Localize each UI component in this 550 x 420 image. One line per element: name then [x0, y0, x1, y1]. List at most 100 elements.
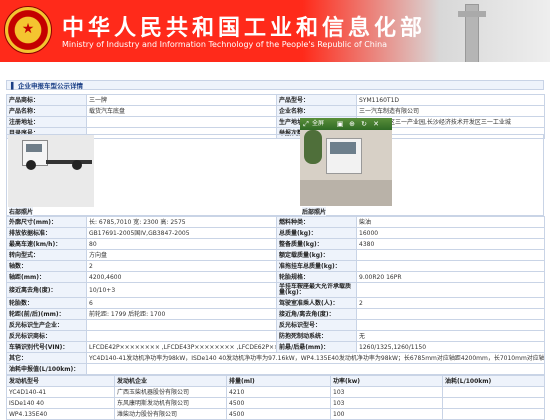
- field-value: 4200,4600: [86, 271, 277, 283]
- field-value: [356, 308, 545, 320]
- info-row: 产品名称： 载货汽车底盘 企业名称： 三一汽车制造有限公司: [6, 105, 545, 117]
- field-value: 前轮距: 1799 后轮距: 1700: [86, 308, 277, 320]
- zoom-icon[interactable]: ⊕: [348, 120, 356, 128]
- engine-header-cell: 功率(kw): [330, 375, 443, 387]
- rear-wheel-icon: [72, 160, 82, 170]
- spec-row: 轴距(mm)： 4200,4600 轮胎规格： 9.00R20 16PR: [6, 271, 545, 283]
- engine-header-cell: 发动机型号: [6, 375, 115, 387]
- field-label: 产品名称：: [6, 105, 87, 117]
- field-value: 载货汽车底盘: [86, 105, 277, 117]
- ground-icon: [300, 180, 392, 206]
- field-value: [86, 330, 277, 342]
- engine-cell: YC4D140-41: [6, 386, 115, 398]
- field-label: 转向型式：: [6, 249, 87, 261]
- field-value: 6: [86, 297, 277, 309]
- info-row: 产品商标： 三一牌 产品型号： SYM1160T1D: [6, 94, 545, 106]
- right-photo-label: 右部照片: [9, 207, 34, 216]
- spec-row: 接近离去角(度)： 10/10+3 半挂车鞍座最大允许承载质量(kg)：: [6, 282, 545, 298]
- engine-cell: 东风康明斯发动机有限公司: [114, 397, 227, 409]
- field-value: [86, 319, 277, 331]
- field-label: 轮胎规格：: [276, 271, 357, 283]
- field-label: 半挂车鞍座最大允许承载质量(kg)：: [276, 282, 357, 298]
- rotate-icon[interactable]: ↻: [360, 120, 368, 128]
- site-title-cn: 中华人民共和国工业和信息化部: [62, 15, 427, 41]
- field-value: 2: [356, 297, 545, 309]
- field-label: 产品型号：: [276, 94, 357, 106]
- engine-cell: [442, 386, 545, 398]
- engine-cell: 广西玉柴机器股份有限公司: [114, 386, 227, 398]
- header-gap: [0, 62, 550, 74]
- field-value: 1260/1325,1260/1150: [356, 341, 545, 353]
- spec-row: 反光标识生产企业： 反光标识型号：: [6, 319, 545, 331]
- spec-row: 油耗申报值(L/100km)：: [6, 363, 545, 375]
- spec-row: 车辆识别代号(VIN)： LFCDE42P×××××××× ,LFCDE43P××…: [6, 341, 545, 353]
- fit-icon[interactable]: ▣: [336, 120, 344, 128]
- photo-toolbar: ⤢ 全屏 ▣ ⊕ ↻ ✕: [300, 118, 392, 130]
- field-value: 9.00R20 16PR: [356, 271, 545, 283]
- field-value: 方向盘: [86, 249, 277, 261]
- engine-cell: 4210: [226, 386, 331, 398]
- field-label: 轴距(mm)：: [6, 271, 87, 283]
- field-label: 准拖挂车总质量(kg)：: [276, 260, 357, 272]
- field-label: 企业名称：: [276, 105, 357, 117]
- field-label: 接近离去角(度)：: [6, 282, 87, 298]
- field-label: 最高车速(km/h)：: [6, 238, 87, 250]
- engine-table: 发动机型号 发动机企业 排量(ml) 功率(kw) 油耗(L/100km) YC4D14…: [6, 375, 545, 420]
- field-label: 总质量(kg)：: [276, 227, 357, 239]
- field-value: [356, 282, 545, 298]
- engine-header-cell: 排量(ml): [226, 375, 331, 387]
- huabiao-monument-icon: [458, 4, 486, 62]
- right-side-photo[interactable]: [8, 135, 94, 207]
- field-label: 反光标识型号：: [276, 319, 357, 331]
- field-value: SYM1160T1D: [356, 94, 545, 106]
- field-label: 车辆识别代号(VIN)：: [6, 341, 87, 353]
- windshield-icon: [330, 142, 356, 154]
- engine-cell: 4500: [226, 397, 331, 409]
- engine-row: WP4.135E40 潍柴动力股份有限公司 4500 100: [6, 408, 545, 420]
- fullscreen-icon[interactable]: ⤢: [302, 120, 310, 128]
- field-value: 柴油: [356, 216, 545, 228]
- engine-cell: WP4.135E40: [6, 408, 115, 420]
- field-label: 驾驶室准乘人数(人)：: [276, 297, 357, 309]
- field-label: 反光标识生产企业：: [6, 319, 87, 331]
- field-value: [356, 260, 545, 272]
- engine-row: YC4D140-41 广西玉柴机器股份有限公司 4210 103: [6, 386, 545, 398]
- field-label: 轮胎数：: [6, 297, 87, 309]
- spec-row: 反光标识商标： 防抱死制动系统：无: [6, 330, 545, 342]
- tree-icon: [304, 130, 322, 164]
- field-label: 油耗申报值(L/100km)：: [6, 363, 87, 375]
- engine-cell: [442, 408, 545, 420]
- spec-row: 轮胎数： 6 驾驶室准乘人数(人)： 2: [6, 297, 545, 309]
- field-label: 排放依据标准：: [6, 227, 87, 239]
- spec-row: 最高车速(km/h)： 80 整备质量(kg)： 4380: [6, 238, 545, 250]
- spec-row: 排放依据标准： GB17691-2005国IV,GB3847-2005 总质量(kg…: [6, 227, 545, 239]
- engine-header-cell: 油耗(L/100km): [442, 375, 545, 387]
- field-label: 注册地址：: [6, 116, 87, 128]
- rear-photo-label: 后部照片: [302, 207, 327, 216]
- fullscreen-label[interactable]: 全屏: [312, 118, 324, 130]
- info-row: 注册地址： 生产地址： 长沙市望城区三一产业园,长沙经济技术开发区三一工业城: [6, 116, 545, 128]
- engine-cell: 103: [330, 397, 443, 409]
- field-label: 额定载质量(kg)：: [276, 249, 357, 261]
- engine-cell: 103: [330, 386, 443, 398]
- site-header: ★ 中华人民共和国工业和信息化部 Ministry of Industry an…: [0, 0, 550, 62]
- section-title: ▌ 企业申报车型公示详情: [6, 80, 544, 90]
- engine-cell: 4500: [226, 408, 331, 420]
- field-label: 产品商标：: [6, 94, 87, 106]
- field-value: 4380: [356, 238, 545, 250]
- field-value: GB17691-2005国IV,GB3847-2005: [86, 227, 277, 239]
- cab-window-icon: [26, 144, 42, 152]
- field-label: 燃料种类：: [276, 216, 357, 228]
- engine-cell: 100: [330, 408, 443, 420]
- field-value: 16000: [356, 227, 545, 239]
- close-icon[interactable]: ✕: [372, 120, 380, 128]
- field-value: 长: 6785,7010 宽: 2300 高: 2575: [86, 216, 277, 228]
- engine-cell: ISDe140 40: [6, 397, 115, 409]
- engine-row: ISDe140 40 东风康明斯发动机有限公司 4500 103: [6, 397, 545, 409]
- field-label: 防抱死制动系统：: [276, 330, 357, 342]
- engine-cell: 潍柴动力股份有限公司: [114, 408, 227, 420]
- spec-row: 轴数： 2 准拖挂车总质量(kg)：: [6, 260, 545, 272]
- field-value: [86, 363, 545, 375]
- field-value: LFCDE42P×××××××× ,LFCDE43P×××××××× ,LFCD…: [86, 341, 277, 353]
- spec-row: 轮距(前/后)(mm)： 前轮距: 1799 后轮距: 1700 接近角/离去角(度…: [6, 308, 545, 320]
